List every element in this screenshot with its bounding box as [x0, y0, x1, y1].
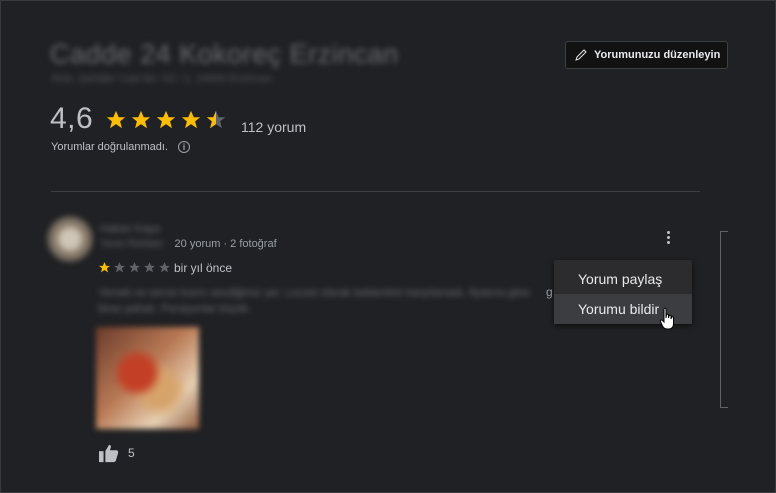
dot [666, 240, 670, 244]
unverified-label: Yorumlar doğrulanmadı. [51, 141, 168, 153]
like-count: 5 [128, 446, 135, 460]
star-half-icon [206, 110, 226, 129]
star-empty-icon [159, 262, 170, 273]
review-count[interactable]: 112 yorum [241, 119, 306, 135]
star-icon [106, 110, 126, 129]
review-text: Yemek ve servis kısmı sevdiğimiz yer. Le… [98, 287, 530, 315]
star-icon [99, 262, 110, 273]
pencil-icon [575, 49, 587, 61]
more-vert-icon[interactable] [658, 227, 678, 247]
local-guide-label: Yerel Rehber · [100, 238, 171, 250]
info-icon[interactable]: i [178, 141, 190, 153]
star-icon [156, 110, 176, 129]
star-empty-icon [114, 262, 125, 273]
like-button[interactable]: 5 [98, 443, 135, 463]
rating-stars [105, 109, 227, 131]
reviews-panel: Cadde 24 Kokoreç Erzincan Ahis, Şehitler… [0, 0, 776, 493]
hand-cursor-icon [659, 307, 674, 330]
menu-item-share-review[interactable]: Yorum paylaş [554, 264, 692, 294]
divider [51, 191, 700, 192]
dot [666, 235, 670, 239]
star-empty-icon [144, 262, 155, 273]
unverified-notice: Yorumlar doğrulanmadı. i [51, 141, 190, 153]
review-photo[interactable] [96, 327, 199, 429]
place-title: Cadde 24 Kokoreç Erzincan [50, 39, 399, 69]
place-address: Ahis, Şehitler Cad.No: 53 / 1, 24000 Erz… [51, 73, 273, 85]
average-rating: 4,6 [50, 102, 94, 135]
dot [666, 230, 670, 234]
reviewer-stats: 20 yorum · 2 fotoğraf [174, 238, 277, 250]
star-empty-icon [129, 262, 140, 273]
review-stars [98, 261, 171, 274]
review-text-tail: g [546, 285, 553, 299]
scroll-track[interactable] [720, 231, 728, 408]
reviewer-meta: Yerel Rehber · 20 yorum · 2 fotoğraf [100, 238, 277, 250]
avatar[interactable] [47, 216, 93, 262]
review-date: bir yıl önce [174, 261, 233, 275]
reviewer-name[interactable]: Hakan Kaya [100, 223, 160, 235]
thumbs-up-icon [99, 444, 119, 463]
star-icon [181, 110, 201, 129]
edit-review-button[interactable]: Yorumunuzu düzenleyin [565, 41, 728, 69]
edit-review-label: Yorumunuzu düzenleyin [594, 49, 721, 61]
star-icon [131, 110, 151, 129]
